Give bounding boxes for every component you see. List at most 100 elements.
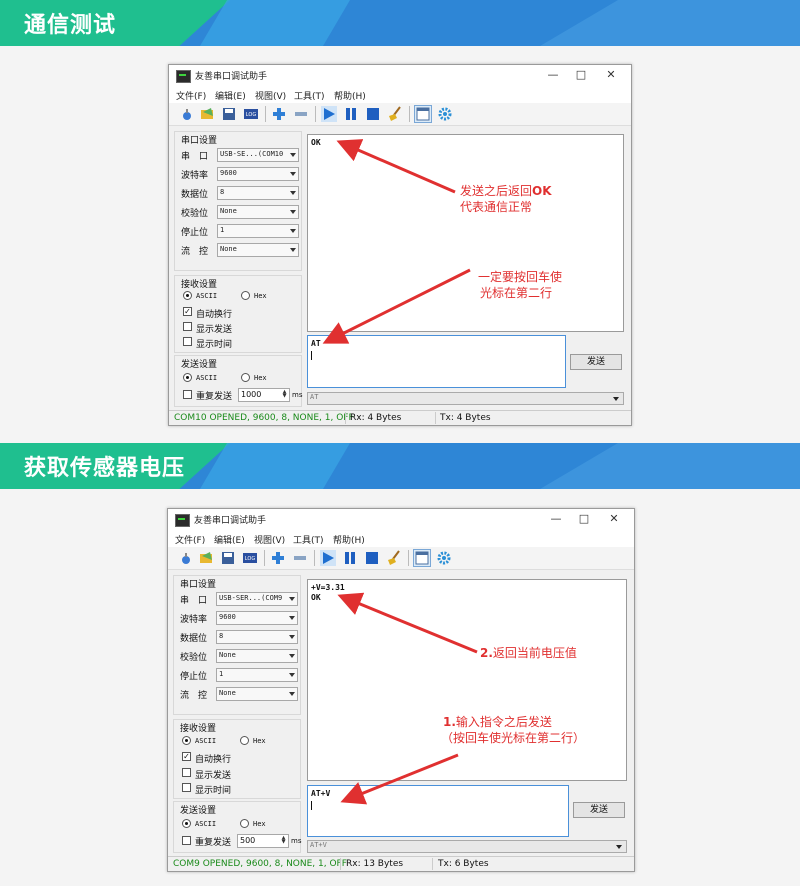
save-icon[interactable]: [220, 550, 236, 566]
baud-label: 波特率: [180, 615, 208, 625]
send-hex-label: Hex: [254, 374, 267, 382]
send-button[interactable]: 发送: [573, 802, 625, 818]
log-icon[interactable]: LOG: [243, 106, 259, 122]
stop-icon[interactable]: [365, 106, 381, 122]
menu-tools[interactable]: 工具(T): [293, 533, 324, 546]
new-icon[interactable]: [179, 106, 195, 122]
layout-icon[interactable]: [414, 105, 432, 123]
interval-stepper[interactable]: 500 ▲ ▼: [237, 834, 289, 848]
menu-help[interactable]: 帮助(H): [334, 89, 366, 102]
open-icon[interactable]: [199, 106, 215, 122]
pause-icon[interactable]: [342, 550, 358, 566]
minimize-button[interactable]: —: [542, 511, 570, 527]
baud-select[interactable]: 9600: [216, 611, 298, 625]
interval-stepper[interactable]: 1000 ▲ ▼: [238, 388, 290, 402]
chevron-down-icon: [290, 191, 296, 195]
send-history-select[interactable]: AT+V: [307, 840, 627, 853]
menu-view[interactable]: 视图(V): [255, 89, 286, 102]
data-bits-select[interactable]: 8: [217, 186, 299, 200]
new-icon[interactable]: [178, 550, 194, 566]
flow-select[interactable]: None: [217, 243, 299, 257]
save-icon[interactable]: [221, 106, 237, 122]
annotation-send-command: 1.输入指令之后发送 （按回车使光标在第二行）: [441, 715, 586, 745]
stop-bits-select[interactable]: 1: [217, 224, 299, 238]
menu-bar: 文件(F) 编辑(E) 视图(V) 工具(T) 帮助(H): [168, 531, 634, 547]
stop-icon[interactable]: [364, 550, 380, 566]
play-icon[interactable]: [320, 550, 336, 566]
show-send-checkbox[interactable]: [183, 322, 192, 331]
send-input[interactable]: AT+V: [307, 785, 569, 837]
settings-gear-icon[interactable]: [436, 550, 452, 566]
stop-bits-label: 停止位: [180, 672, 208, 682]
receive-hex-label: Hex: [253, 737, 266, 745]
open-icon[interactable]: [198, 550, 214, 566]
clear-broom-icon[interactable]: [387, 106, 403, 122]
port-select[interactable]: USB-SE...(COM10: [217, 148, 299, 162]
menu-file[interactable]: 文件(F): [176, 89, 206, 102]
flow-select[interactable]: None: [216, 687, 298, 701]
menu-file[interactable]: 文件(F): [175, 533, 205, 546]
auto-newline-checkbox[interactable]: ✓: [182, 752, 191, 761]
toolbar: LOG: [169, 103, 631, 126]
log-icon[interactable]: LOG: [242, 550, 258, 566]
receive-ascii-radio[interactable]: [183, 291, 192, 300]
chevron-down-icon: [616, 845, 622, 849]
send-input[interactable]: AT: [307, 335, 566, 388]
send-ascii-radio[interactable]: [183, 373, 192, 382]
stop-bits-select[interactable]: 1: [216, 668, 298, 682]
baud-label: 波特率: [181, 171, 209, 181]
app-icon: [175, 514, 190, 527]
receive-textarea[interactable]: OK: [307, 134, 624, 332]
close-button[interactable]: ✕: [600, 511, 628, 527]
play-icon[interactable]: [321, 106, 337, 122]
clear-broom-icon[interactable]: [386, 550, 402, 566]
menu-edit[interactable]: 编辑(E): [215, 89, 246, 102]
send-hex-radio[interactable]: [241, 373, 250, 382]
menu-view[interactable]: 视图(V): [254, 533, 285, 546]
annotation-ok-returned: 发送之后返回OK 代表通信正常: [460, 184, 552, 214]
layout-icon[interactable]: [413, 549, 431, 567]
menu-edit[interactable]: 编辑(E): [214, 533, 245, 546]
repeat-send-checkbox[interactable]: [183, 390, 192, 399]
repeat-send-checkbox[interactable]: [182, 836, 191, 845]
chevron-down-icon: [289, 616, 295, 620]
receive-hex-radio[interactable]: [240, 736, 249, 745]
maximize-button[interactable]: □: [570, 511, 598, 527]
show-time-checkbox[interactable]: [182, 783, 191, 792]
chevron-down-icon: [289, 692, 295, 696]
receive-ascii-radio[interactable]: [182, 736, 191, 745]
auto-newline-checkbox[interactable]: ✓: [183, 307, 192, 316]
remove-icon[interactable]: [292, 550, 308, 566]
stepper-arrows-icon[interactable]: ▲ ▼: [281, 390, 288, 399]
send-button[interactable]: 发送: [570, 354, 622, 370]
show-send-checkbox[interactable]: [182, 768, 191, 777]
port-select[interactable]: USB-SER...(COM9: [216, 592, 298, 606]
chevron-down-icon: [290, 153, 296, 157]
close-button[interactable]: ✕: [597, 67, 625, 83]
receive-hex-label: Hex: [254, 292, 267, 300]
maximize-button[interactable]: □: [567, 67, 595, 83]
send-history-select[interactable]: AT: [307, 392, 624, 405]
send-ascii-radio[interactable]: [182, 819, 191, 828]
toolbar: LOG: [168, 547, 634, 570]
parity-select[interactable]: None: [216, 649, 298, 663]
stepper-arrows-icon[interactable]: ▲ ▼: [280, 836, 287, 845]
remove-icon[interactable]: [293, 106, 309, 122]
svg-text:LOG: LOG: [246, 112, 257, 118]
settings-gear-icon[interactable]: [437, 106, 453, 122]
parity-select[interactable]: None: [217, 205, 299, 219]
pause-icon[interactable]: [343, 106, 359, 122]
send-ascii-label: ASCII: [195, 820, 217, 828]
add-icon[interactable]: [270, 550, 286, 566]
menu-tools[interactable]: 工具(T): [294, 89, 325, 102]
show-time-checkbox[interactable]: [183, 337, 192, 346]
data-bits-select[interactable]: 8: [216, 630, 298, 644]
receive-hex-radio[interactable]: [241, 291, 250, 300]
add-icon[interactable]: [271, 106, 287, 122]
baud-select[interactable]: 9600: [217, 167, 299, 181]
receive-textarea[interactable]: +V=3.31 OK: [307, 579, 627, 781]
menu-help[interactable]: 帮助(H): [333, 533, 365, 546]
minimize-button[interactable]: —: [539, 67, 567, 83]
tx-count: Tx: 4 Bytes: [440, 413, 491, 423]
send-hex-radio[interactable]: [240, 819, 249, 828]
